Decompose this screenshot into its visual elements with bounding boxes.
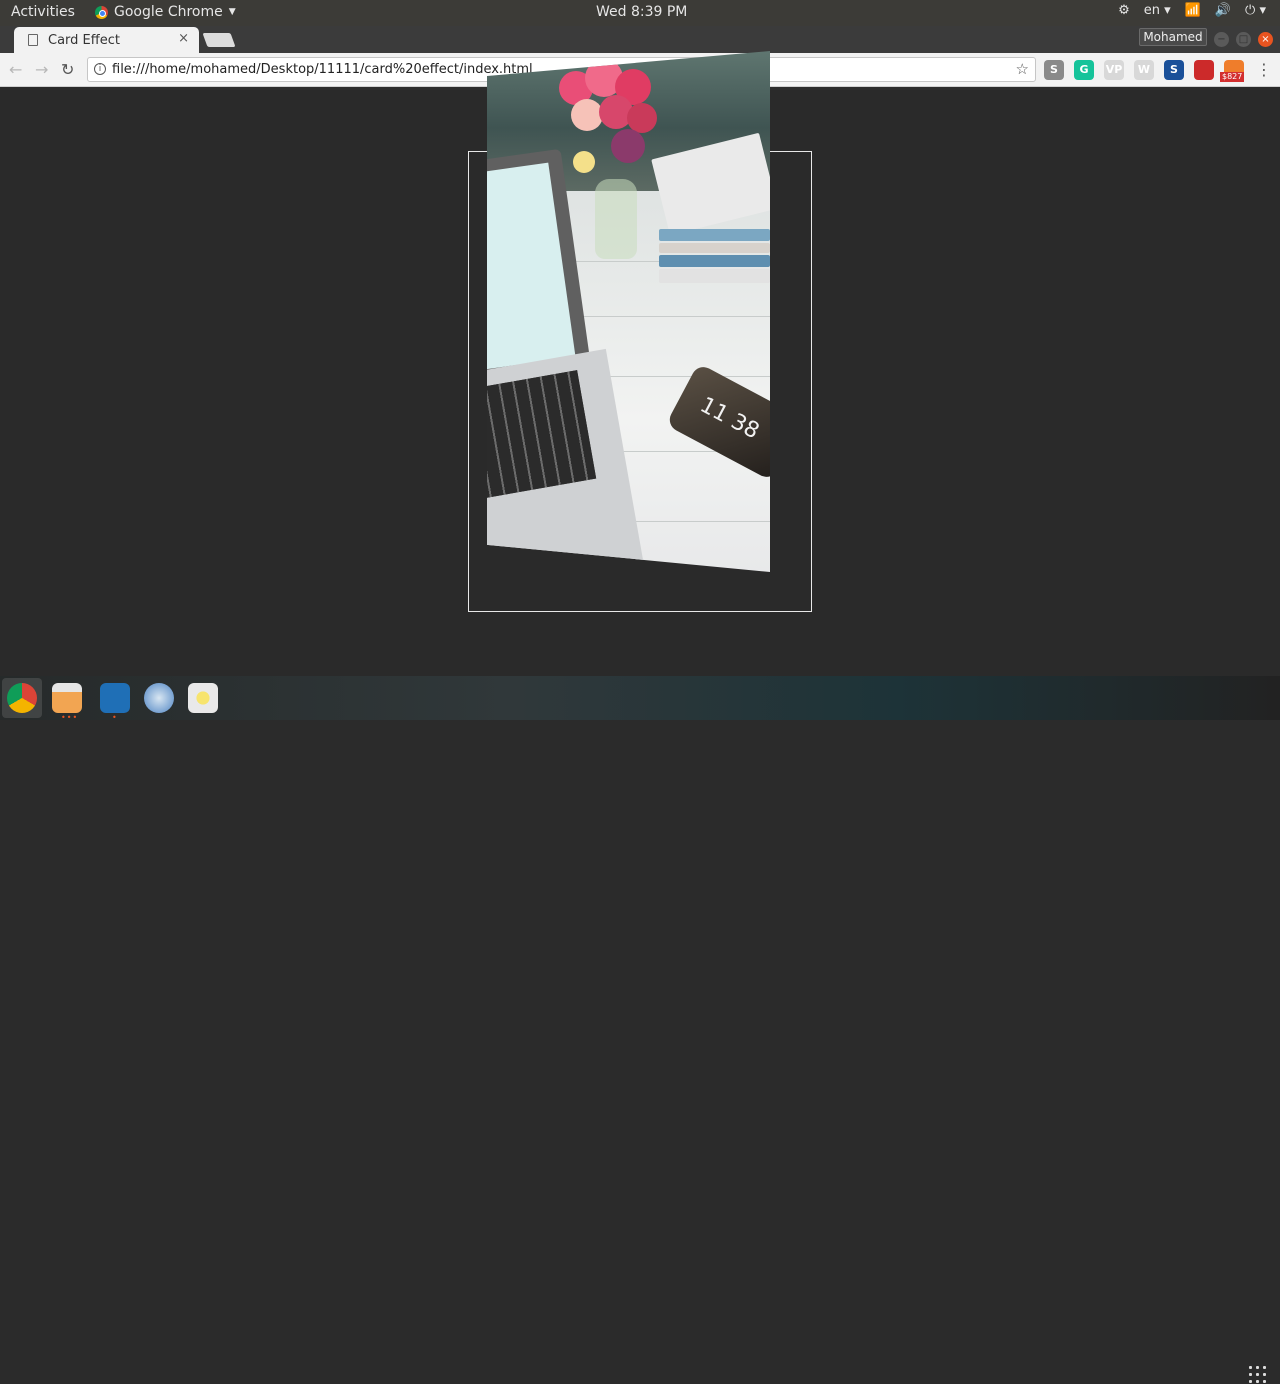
italy-flag-icon[interactable] <box>1194 60 1214 80</box>
card-image[interactable]: 11 38 <box>487 51 770 572</box>
vase <box>595 179 637 259</box>
vp-icon[interactable]: VP <box>1104 60 1124 80</box>
dock-compass-icon[interactable] <box>144 683 174 713</box>
dock: ••• • <box>0 676 1280 1384</box>
profile-button[interactable]: Mohamed <box>1139 28 1207 46</box>
forward-arrow-icon[interactable]: → <box>35 60 48 79</box>
s-icon[interactable]: S <box>1044 60 1064 80</box>
dock-files-icon[interactable] <box>52 683 82 713</box>
chrome-menu-icon[interactable]: ⋮ <box>1256 60 1272 79</box>
system-top-bar: Activities Google Chrome ▼ Wed 8:39 PM ⚙… <box>0 0 1280 26</box>
back-arrow-icon[interactable]: ← <box>9 60 22 79</box>
tab-card-effect[interactable]: Card Effect × <box>14 27 199 53</box>
maximize-button[interactable]: □ <box>1236 32 1251 47</box>
system-tray[interactable]: ⚙ en ▾ 📶 🔊 ⏻ ▾ <box>1118 3 1266 18</box>
orange-ext-icon[interactable]: $827 <box>1220 60 1245 82</box>
document-icon <box>28 34 38 46</box>
url-text: file:///home/mohamed/Desktop/11111/card%… <box>112 62 533 77</box>
language-label: en <box>1143 3 1160 18</box>
caret-down-icon: ▼ <box>228 7 236 17</box>
activities-button[interactable]: Activities <box>11 4 75 20</box>
magazine-stack <box>651 132 770 295</box>
steem-icon[interactable]: S <box>1164 60 1184 80</box>
wifi-icon[interactable]: 📶 <box>1185 3 1201 18</box>
clock[interactable]: Wed 8:39 PM <box>596 4 687 20</box>
running-indicator: ••• <box>61 713 79 722</box>
app-menu[interactable]: Google Chrome ▼ <box>95 4 236 20</box>
running-indicator-vscode: • <box>112 713 118 722</box>
reload-icon[interactable]: ↻ <box>61 60 74 79</box>
bookmark-star-icon[interactable]: ☆ <box>1016 58 1029 81</box>
robot-icon[interactable]: ⚙ <box>1118 3 1130 18</box>
app-menu-label: Google Chrome <box>114 4 223 20</box>
close-window-button[interactable]: × <box>1258 32 1273 47</box>
tab-title: Card Effect <box>48 32 120 48</box>
power-icon[interactable]: ⏻ ▾ <box>1245 3 1266 18</box>
dock-rhythmbox-icon[interactable] <box>188 683 218 713</box>
extension-badge: $827 <box>1220 72 1245 82</box>
volume-icon[interactable]: 🔊 <box>1215 3 1231 18</box>
minimize-button[interactable]: − <box>1214 32 1229 47</box>
language-indicator[interactable]: en ▾ <box>1144 3 1171 18</box>
info-icon[interactable]: i <box>94 63 106 75</box>
tab-bar: Card Effect × Mohamed − □ × <box>0 26 1280 53</box>
new-tab-button[interactable] <box>202 33 236 47</box>
extensions-bar: S G VP W S $827 <box>1044 60 1245 82</box>
dock-chrome-icon[interactable] <box>7 683 37 713</box>
grammarly-icon[interactable]: G <box>1074 60 1094 80</box>
wordpress-icon[interactable]: W <box>1134 60 1154 80</box>
close-tab-icon[interactable]: × <box>178 31 189 46</box>
chrome-icon <box>95 5 108 19</box>
show-applications-icon[interactable] <box>1247 1364 1267 1384</box>
dock-vscode-icon[interactable] <box>100 683 130 713</box>
